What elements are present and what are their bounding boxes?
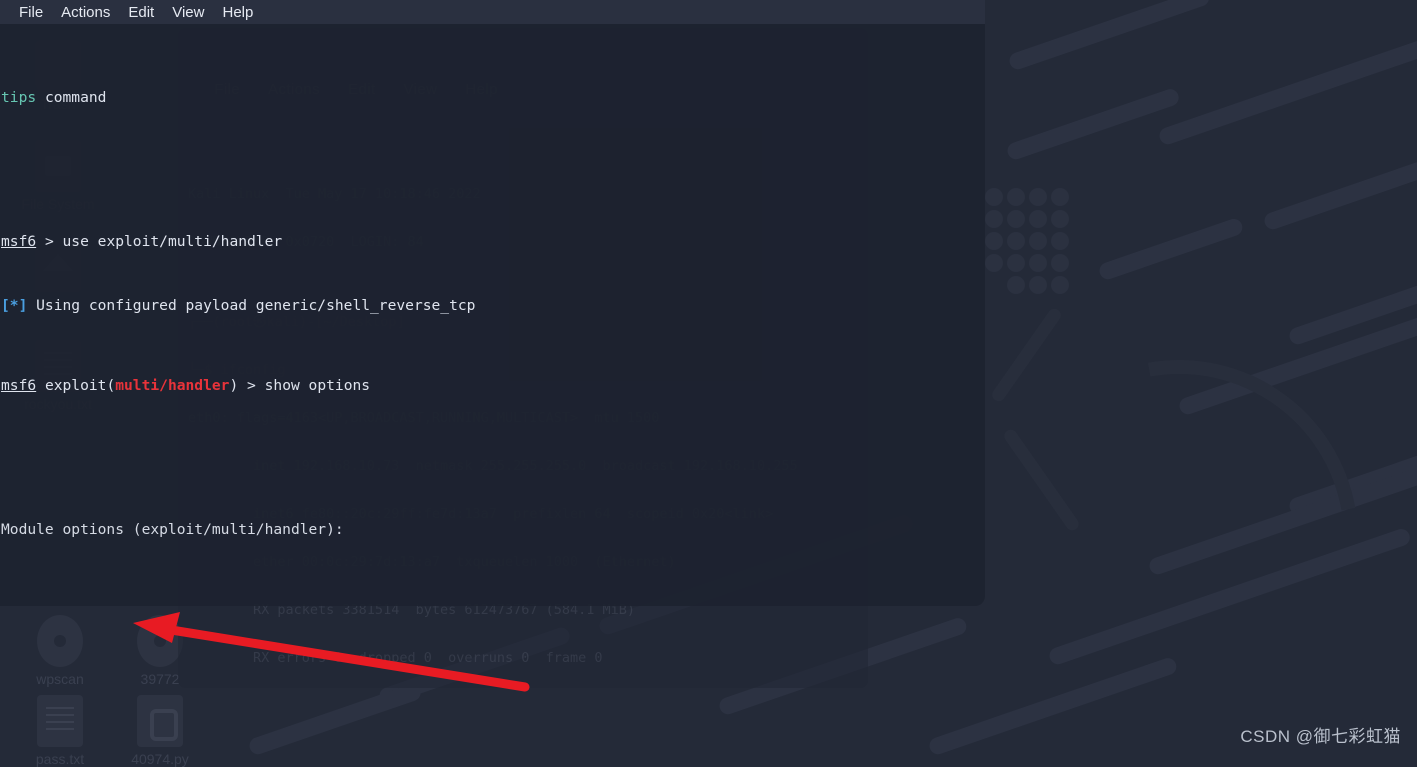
wallpaper-dot <box>1007 232 1025 250</box>
menu-help[interactable]: Help <box>213 4 262 21</box>
wallpaper-dot <box>1007 210 1025 228</box>
wallpaper-dot <box>985 210 1003 228</box>
terminal-line-using-payload: [*] Using configured payload generic/she… <box>0 298 985 314</box>
use-command-text: > use exploit/multi/handler <box>36 233 283 250</box>
wallpaper-dot <box>1029 276 1047 294</box>
terminal-output[interactable]: tips command msf6 > use exploit/multi/ha… <box>0 24 985 606</box>
exploit-prefix: exploit( <box>36 377 116 394</box>
module-options-header: Module options (exploit/multi/handler): <box>1 521 344 538</box>
document-icon <box>37 695 83 747</box>
terminal-line-tips: tips command <box>0 90 985 106</box>
menu-view[interactable]: View <box>163 4 213 21</box>
wallpaper-stripe <box>1097 216 1245 282</box>
menu-edit[interactable]: Edit <box>119 4 163 21</box>
folder-icon <box>137 615 183 667</box>
show-options-text: > show options <box>238 377 371 394</box>
python-file-icon <box>137 695 183 747</box>
terminal-line-use-cmd: msf6 > use exploit/multi/handler <box>0 234 985 250</box>
wallpaper-dot <box>1029 188 1047 206</box>
module-name: multi/handler <box>115 377 230 394</box>
wallpaper-arc <box>929 289 1417 767</box>
desktop-icon-label: 40974.py <box>131 751 189 767</box>
wallpaper-dot <box>1029 210 1047 228</box>
watermark: CSDN @御七彩虹猫 <box>1240 727 1401 746</box>
wallpaper-dot <box>1051 188 1069 206</box>
folder-icon <box>37 615 83 667</box>
desktop-icon-pass-txt[interactable]: pass.txt <box>12 695 108 767</box>
menu-file[interactable]: File <box>10 4 52 21</box>
wallpaper-dot <box>1007 188 1025 206</box>
wallpaper-dot <box>1029 254 1047 272</box>
desktop-icon-label: pass.txt <box>35 751 85 767</box>
wallpaper-dot <box>985 232 1003 250</box>
wallpaper-stripe <box>1005 86 1181 162</box>
msf-prompt: msf6 <box>1 233 37 250</box>
wallpaper-dot <box>1051 210 1069 228</box>
wallpaper-dot <box>1029 232 1047 250</box>
wallpaper-dot <box>985 254 1003 272</box>
wallpaper-stripe <box>1157 32 1417 147</box>
exploit-suffix: ) <box>229 377 239 394</box>
desktop-icon-40974-py[interactable]: 40974.py <box>112 695 208 767</box>
wallpaper-dot <box>1051 254 1069 272</box>
wallpaper-dot <box>1007 276 1025 294</box>
menu-bar: File Actions Edit View Help <box>0 0 985 24</box>
tips-text: command <box>36 89 107 106</box>
wallpaper-dot <box>1051 276 1069 294</box>
wallpaper-stripe <box>1007 0 1212 72</box>
wallpaper-line <box>989 306 1064 404</box>
desktop-icon-label: wpscan <box>36 671 84 687</box>
msf-prompt: msf6 <box>1 377 37 394</box>
wallpaper-stripe <box>1262 140 1417 232</box>
wallpaper-dot <box>985 188 1003 206</box>
wallpaper-dot <box>1007 254 1025 272</box>
terminal-window[interactable]: File Actions Edit View Help tips command… <box>0 0 985 606</box>
terminal-line-show-options: msf6 exploit(multi/handler) > show optio… <box>0 378 985 394</box>
status-marker: [*] <box>1 297 28 314</box>
tips-keyword: tips <box>1 89 37 106</box>
using-payload-text: Using configured payload generic/shell_r… <box>27 297 476 314</box>
desktop-icon-wpscan[interactable]: wpscan <box>12 615 108 687</box>
wallpaper-stripe <box>247 681 423 757</box>
background-terminal-line: RX errors 0 dropped 0 overruns 0 frame 0 <box>188 650 603 666</box>
menu-actions[interactable]: Actions <box>52 4 119 21</box>
wallpaper-dot <box>1051 232 1069 250</box>
